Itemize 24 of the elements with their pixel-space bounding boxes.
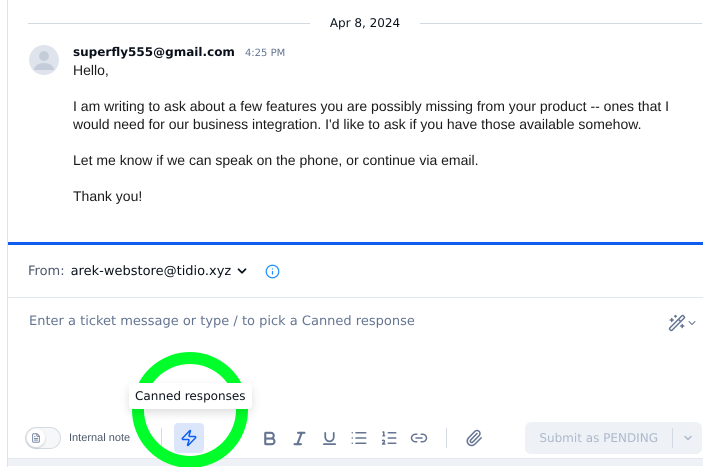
bullet-list-icon	[350, 429, 368, 447]
message-paragraph: Thank you!	[73, 187, 144, 205]
message-time: 4:25 PM	[244, 48, 286, 59]
from-label: From:	[28, 264, 65, 278]
date-divider: Apr 8, 2024	[330, 16, 400, 30]
italic-icon	[290, 430, 308, 446]
magic-wand-icon	[668, 314, 686, 332]
message-paragraph: Let me know if we can speak on the phone, or continue via email.	[73, 151, 480, 169]
magic-wand-button[interactable]	[668, 314, 698, 332]
message-paragraph: I am writing to ask about a few features you are possibly missing from your product -- ones that I would need for our business integration. I'd like to ask if you have those available somehow.	[73, 97, 670, 133]
underline-icon	[320, 430, 338, 446]
internal-note-toggle[interactable]	[25, 427, 61, 449]
info-icon[interactable]	[265, 264, 280, 278]
lightning-button[interactable]	[174, 423, 204, 453]
message-paragraph: Hello,	[73, 61, 110, 79]
document-icon	[31, 433, 41, 443]
paperclip-icon	[465, 429, 483, 447]
sender-email: superfly555@gmail.com	[73, 45, 235, 59]
avatar-icon	[29, 45, 59, 75]
from-address-dropdown[interactable]: arek-webstore@tidio.xyz	[70, 264, 250, 278]
numbered-list-icon	[380, 429, 398, 447]
lightning-icon	[180, 429, 198, 447]
tooltip: Canned responses	[129, 383, 252, 409]
internal-note-label: Internal note	[69, 432, 132, 444]
